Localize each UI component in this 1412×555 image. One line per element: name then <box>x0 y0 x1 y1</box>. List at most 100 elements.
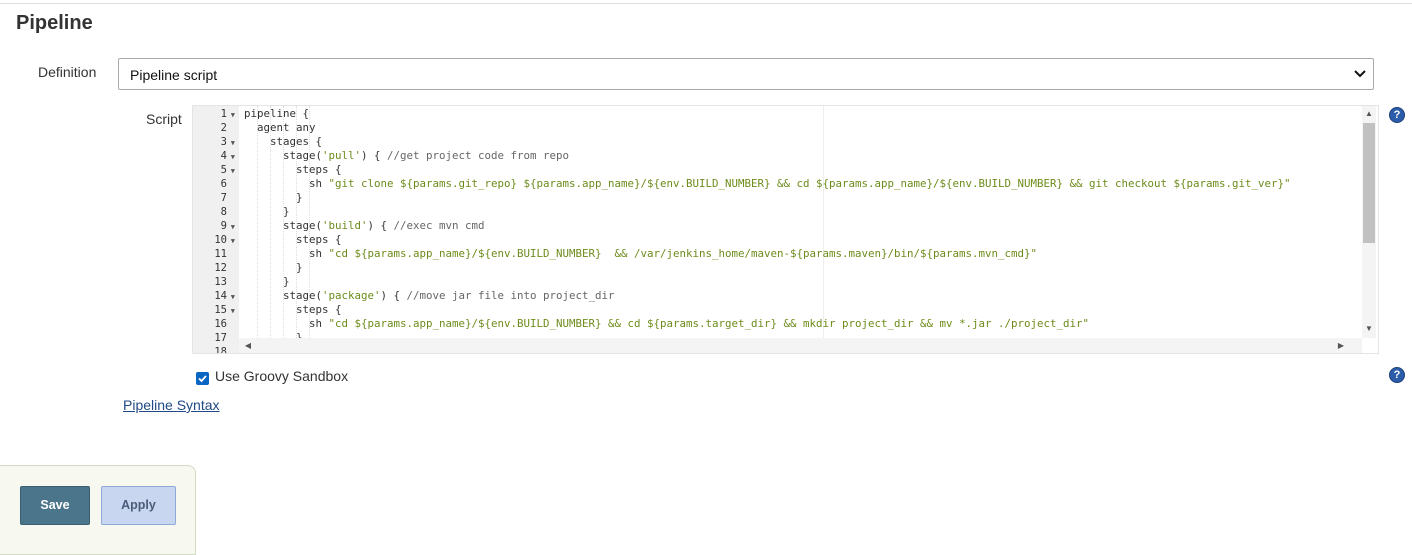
code-line: steps { <box>244 233 342 247</box>
code-token: } <box>244 275 290 288</box>
line-number: 3 ▼ <box>193 135 235 150</box>
line-number: 9 ▼ <box>193 219 235 234</box>
code-token: steps { <box>244 233 342 246</box>
fold-toggle-icon[interactable]: ▼ <box>227 304 235 318</box>
line-number: 18 <box>193 345 235 354</box>
fold-toggle-icon[interactable]: ▼ <box>227 150 235 164</box>
code-token: ) { <box>367 219 394 232</box>
code-line: } <box>244 331 303 338</box>
definition-select[interactable]: Pipeline script <box>118 58 1374 90</box>
code-token: sh <box>244 177 329 190</box>
fold-toggle-icon[interactable]: ▼ <box>227 290 235 304</box>
line-number: 10 ▼ <box>193 233 235 248</box>
script-editor[interactable]: 1 ▼ 2 3 ▼ 4 ▼ 5 ▼ 6 7 8 9 ▼ 10 ▼ 11 12 13 14 ▼ 15 ▼ 16 17 18 pipe… <box>192 105 1379 354</box>
fold-toggle-icon[interactable]: ▼ <box>227 220 235 234</box>
print-margin <box>823 106 824 338</box>
line-number: 17 <box>193 331 235 345</box>
code-line: } <box>244 191 303 205</box>
code-line: } <box>244 205 290 219</box>
help-icon[interactable]: ? <box>1389 367 1405 383</box>
code-string: "cd ${params.app_name}/${env.BUILD_NUMBE… <box>328 247 1038 260</box>
definition-label: Definition <box>38 64 97 80</box>
line-number: 1 ▼ <box>193 107 235 122</box>
section-title: Pipeline <box>16 12 93 34</box>
line-number-text: 8 <box>220 206 227 218</box>
scroll-left-icon[interactable]: ◀ <box>241 341 255 350</box>
code-line: sh "cd ${params.app_name}/${env.BUILD_NU… <box>244 317 1089 331</box>
fold-toggle-icon[interactable]: ▼ <box>227 234 235 248</box>
code-token: } <box>244 205 290 218</box>
code-token: } <box>244 331 303 338</box>
fold-toggle-icon[interactable]: ▼ <box>227 164 235 178</box>
code-token: steps { <box>244 303 342 316</box>
line-number: 16 <box>193 317 235 331</box>
line-number-text: 14 <box>214 290 227 302</box>
scroll-down-icon[interactable]: ▼ <box>1362 324 1376 333</box>
code-token: pipeline { <box>244 107 310 120</box>
save-button[interactable]: Save <box>20 486 90 525</box>
code-line: stage('pull') { //get project code from … <box>244 149 569 163</box>
code-line: steps { <box>244 303 342 317</box>
code-token: sh <box>244 247 329 260</box>
line-number-text: 18 <box>214 346 227 354</box>
scroll-up-icon[interactable]: ▲ <box>1362 109 1376 118</box>
line-number: 5 ▼ <box>193 163 235 178</box>
horizontal-scrollbar[interactable]: ◀ ▶ <box>239 338 1362 353</box>
line-number-text: 13 <box>214 276 227 288</box>
code-token: ) { <box>380 289 407 302</box>
code-token: stage( <box>244 149 323 162</box>
line-number: 12 <box>193 261 235 275</box>
line-number: 14 ▼ <box>193 289 235 304</box>
code-token: stage( <box>244 219 323 232</box>
line-number-text: 17 <box>214 332 227 344</box>
top-divider <box>0 3 1412 4</box>
line-number: 13 <box>193 275 235 289</box>
code-token: stage( <box>244 289 323 302</box>
code-line: pipeline { <box>244 107 309 121</box>
code-comment: //exec mvn cmd <box>393 219 485 232</box>
code-string: 'build' <box>322 219 368 232</box>
line-number: 11 <box>193 247 235 261</box>
sandbox-label: Use Groovy Sandbox <box>215 368 349 384</box>
code-line: sh "git clone ${params.git_repo} ${param… <box>244 177 1291 191</box>
code-line: stage('build') { //exec mvn cmd <box>244 219 485 233</box>
line-number-text: 15 <box>214 304 227 316</box>
line-number-text: 11 <box>214 248 227 260</box>
fold-toggle-icon[interactable]: ▼ <box>227 136 235 150</box>
line-number: 4 ▼ <box>193 149 235 164</box>
line-number-text: 12 <box>214 262 227 274</box>
code-string: "git clone ${params.git_repo} ${params.a… <box>328 177 1291 190</box>
line-number: 15 ▼ <box>193 303 235 318</box>
code-token: agent any <box>244 121 316 134</box>
vertical-scrollbar[interactable]: ▲ ▼ <box>1362 106 1376 338</box>
code-comment: //move jar file into project_dir <box>406 289 615 302</box>
help-icon[interactable]: ? <box>1389 107 1405 123</box>
code-line: stage('package') { //move jar file into … <box>244 289 615 303</box>
apply-button[interactable]: Apply <box>101 486 176 525</box>
line-number: 6 <box>193 177 235 191</box>
code-string: "cd ${params.app_name}/${env.BUILD_NUMBE… <box>328 317 1090 330</box>
code-line: agent any <box>244 121 316 135</box>
code-string: 'package' <box>322 289 381 302</box>
code-token: } <box>244 191 303 204</box>
line-number-text: 16 <box>214 318 227 330</box>
pipeline-syntax-link[interactable]: Pipeline Syntax <box>123 397 220 413</box>
line-number: 7 <box>193 191 235 205</box>
code-token: } <box>244 261 303 274</box>
code-line: } <box>244 275 290 289</box>
fold-toggle-icon[interactable]: ▼ <box>227 108 235 122</box>
code-area[interactable]: pipeline { agent any stages { stage('pul… <box>244 106 1362 338</box>
line-number-gutter: 1 ▼ 2 3 ▼ 4 ▼ 5 ▼ 6 7 8 9 ▼ 10 ▼ 11 12 13 14 ▼ 15 ▼ 16 17 18 <box>193 106 239 353</box>
script-label: Script <box>146 111 182 127</box>
line-number-text: 2 <box>220 122 227 134</box>
code-token: ) { <box>361 149 388 162</box>
scrollbar-thumb[interactable] <box>1363 123 1375 243</box>
definition-select-value: Pipeline script <box>130 67 218 83</box>
line-number: 8 <box>193 205 235 219</box>
code-token: stages { <box>244 135 323 148</box>
line-number-text: 10 <box>214 234 227 246</box>
code-line: sh "cd ${params.app_name}/${env.BUILD_NU… <box>244 247 1037 261</box>
scroll-right-icon[interactable]: ▶ <box>1334 341 1348 350</box>
code-comment: //get project code from repo <box>387 149 570 162</box>
sandbox-checkbox[interactable] <box>196 372 209 385</box>
